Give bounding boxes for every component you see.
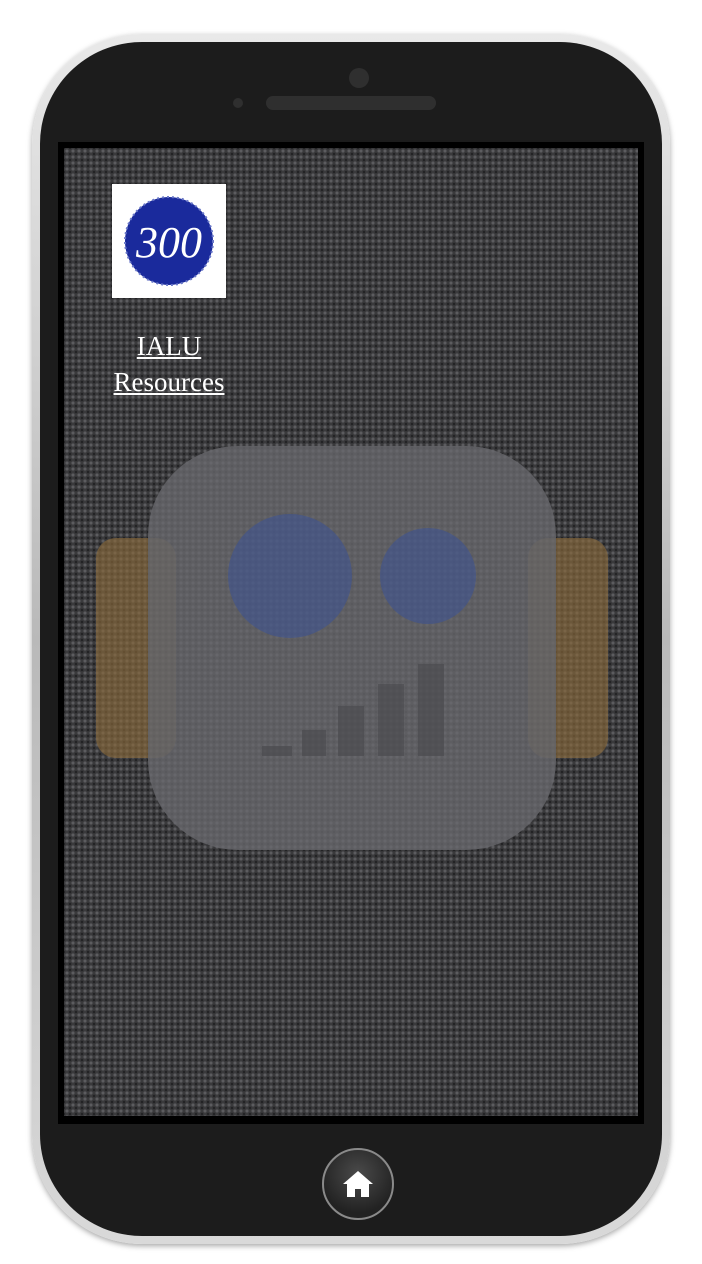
phone-body: 300 IALU Resources xyxy=(40,42,662,1236)
home-icon xyxy=(343,1171,373,1197)
home-button[interactable] xyxy=(322,1148,394,1220)
app-label-line1: IALU xyxy=(136,331,202,361)
front-camera xyxy=(349,68,369,88)
ialu-resources-link[interactable]: IALU Resources xyxy=(94,328,244,400)
home-screen: 300 IALU Resources xyxy=(64,148,638,1116)
earpiece-speaker xyxy=(266,96,436,110)
proximity-sensor xyxy=(233,98,243,108)
phone-device: 300 IALU Resources xyxy=(32,34,670,1244)
screen-frame: 300 IALU Resources xyxy=(58,142,644,1124)
ialu-app-icon[interactable]: 300 xyxy=(112,184,226,298)
logo-text: 300 xyxy=(135,218,202,267)
ialu-300-logo-icon: 300 xyxy=(124,196,214,286)
app-label-line2: Resources xyxy=(113,367,225,397)
robot-logo-icon xyxy=(96,446,608,850)
